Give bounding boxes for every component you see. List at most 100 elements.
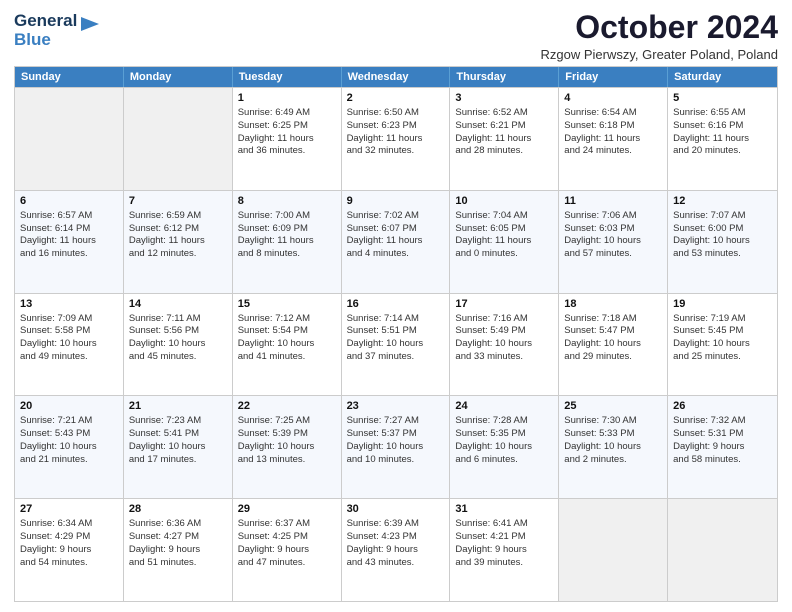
day-cell-14: 14Sunrise: 7:11 AMSunset: 5:56 PMDayligh…: [124, 294, 233, 396]
cell-line-2: Sunset: 4:23 PM: [347, 531, 445, 544]
cell-line-2: Sunset: 4:25 PM: [238, 531, 336, 544]
cell-line-1: Sunrise: 6:49 AM: [238, 107, 336, 120]
day-cell-9: 9Sunrise: 7:02 AMSunset: 6:07 PMDaylight…: [342, 191, 451, 293]
cell-line-2: Sunset: 5:54 PM: [238, 325, 336, 338]
cell-line-3: Daylight: 9 hours: [347, 544, 445, 557]
cell-line-4: and 29 minutes.: [564, 351, 662, 364]
title-block: October 2024 Rzgow Pierwszy, Greater Pol…: [541, 10, 778, 62]
cell-line-1: Sunrise: 6:52 AM: [455, 107, 553, 120]
cell-line-2: Sunset: 6:21 PM: [455, 120, 553, 133]
cell-line-3: Daylight: 10 hours: [455, 338, 553, 351]
day-number: 1: [238, 91, 336, 106]
cell-line-1: Sunrise: 6:55 AM: [673, 107, 772, 120]
cell-line-4: and 53 minutes.: [673, 248, 772, 261]
cell-line-4: and 51 minutes.: [129, 557, 227, 570]
day-cell-27: 27Sunrise: 6:34 AMSunset: 4:29 PMDayligh…: [15, 499, 124, 601]
cell-line-4: and 43 minutes.: [347, 557, 445, 570]
cell-line-4: and 6 minutes.: [455, 454, 553, 467]
calendar-header: SundayMondayTuesdayWednesdayThursdayFrid…: [15, 67, 777, 87]
day-cell-4: 4Sunrise: 6:54 AMSunset: 6:18 PMDaylight…: [559, 88, 668, 190]
header-day-sunday: Sunday: [15, 67, 124, 87]
day-cell-17: 17Sunrise: 7:16 AMSunset: 5:49 PMDayligh…: [450, 294, 559, 396]
empty-cell: [668, 499, 777, 601]
day-number: 31: [455, 502, 553, 517]
cell-line-3: Daylight: 10 hours: [564, 338, 662, 351]
cell-line-2: Sunset: 6:23 PM: [347, 120, 445, 133]
day-cell-8: 8Sunrise: 7:00 AMSunset: 6:09 PMDaylight…: [233, 191, 342, 293]
cell-line-2: Sunset: 6:03 PM: [564, 223, 662, 236]
cell-line-3: Daylight: 11 hours: [347, 235, 445, 248]
cell-line-4: and 24 minutes.: [564, 145, 662, 158]
cell-line-4: and 54 minutes.: [20, 557, 118, 570]
cell-line-1: Sunrise: 7:06 AM: [564, 210, 662, 223]
header-day-monday: Monday: [124, 67, 233, 87]
day-cell-7: 7Sunrise: 6:59 AMSunset: 6:12 PMDaylight…: [124, 191, 233, 293]
empty-cell: [15, 88, 124, 190]
logo: General Blue: [14, 12, 101, 49]
cell-line-4: and 49 minutes.: [20, 351, 118, 364]
cell-line-4: and 28 minutes.: [455, 145, 553, 158]
calendar-row-3: 13Sunrise: 7:09 AMSunset: 5:58 PMDayligh…: [15, 293, 777, 396]
day-number: 28: [129, 502, 227, 517]
cell-line-1: Sunrise: 7:25 AM: [238, 415, 336, 428]
cell-line-1: Sunrise: 7:14 AM: [347, 313, 445, 326]
day-cell-3: 3Sunrise: 6:52 AMSunset: 6:21 PMDaylight…: [450, 88, 559, 190]
day-cell-28: 28Sunrise: 6:36 AMSunset: 4:27 PMDayligh…: [124, 499, 233, 601]
cell-line-1: Sunrise: 6:50 AM: [347, 107, 445, 120]
cell-line-2: Sunset: 6:25 PM: [238, 120, 336, 133]
day-cell-16: 16Sunrise: 7:14 AMSunset: 5:51 PMDayligh…: [342, 294, 451, 396]
day-number: 13: [20, 297, 118, 312]
cell-line-3: Daylight: 10 hours: [564, 235, 662, 248]
day-number: 7: [129, 194, 227, 209]
cell-line-2: Sunset: 4:27 PM: [129, 531, 227, 544]
cell-line-1: Sunrise: 6:59 AM: [129, 210, 227, 223]
cell-line-1: Sunrise: 6:41 AM: [455, 518, 553, 531]
cell-line-4: and 37 minutes.: [347, 351, 445, 364]
day-number: 22: [238, 399, 336, 414]
cell-line-4: and 13 minutes.: [238, 454, 336, 467]
cell-line-3: Daylight: 10 hours: [347, 441, 445, 454]
cell-line-4: and 8 minutes.: [238, 248, 336, 261]
cell-line-3: Daylight: 11 hours: [673, 133, 772, 146]
cell-line-4: and 17 minutes.: [129, 454, 227, 467]
cell-line-2: Sunset: 6:09 PM: [238, 223, 336, 236]
day-cell-22: 22Sunrise: 7:25 AMSunset: 5:39 PMDayligh…: [233, 396, 342, 498]
day-cell-31: 31Sunrise: 6:41 AMSunset: 4:21 PMDayligh…: [450, 499, 559, 601]
cell-line-3: Daylight: 9 hours: [455, 544, 553, 557]
cell-line-3: Daylight: 10 hours: [673, 235, 772, 248]
cell-line-1: Sunrise: 7:00 AM: [238, 210, 336, 223]
cell-line-3: Daylight: 11 hours: [20, 235, 118, 248]
cell-line-4: and 33 minutes.: [455, 351, 553, 364]
day-cell-21: 21Sunrise: 7:23 AMSunset: 5:41 PMDayligh…: [124, 396, 233, 498]
cell-line-4: and 57 minutes.: [564, 248, 662, 261]
cell-line-3: Daylight: 10 hours: [238, 338, 336, 351]
header-day-thursday: Thursday: [450, 67, 559, 87]
cell-line-4: and 25 minutes.: [673, 351, 772, 364]
day-cell-25: 25Sunrise: 7:30 AMSunset: 5:33 PMDayligh…: [559, 396, 668, 498]
day-number: 24: [455, 399, 553, 414]
cell-line-1: Sunrise: 7:16 AM: [455, 313, 553, 326]
day-number: 5: [673, 91, 772, 106]
header-day-friday: Friday: [559, 67, 668, 87]
header-day-saturday: Saturday: [668, 67, 777, 87]
cell-line-3: Daylight: 11 hours: [455, 235, 553, 248]
cell-line-1: Sunrise: 7:27 AM: [347, 415, 445, 428]
cell-line-3: Daylight: 10 hours: [129, 338, 227, 351]
cell-line-2: Sunset: 6:12 PM: [129, 223, 227, 236]
calendar-row-4: 20Sunrise: 7:21 AMSunset: 5:43 PMDayligh…: [15, 395, 777, 498]
day-number: 20: [20, 399, 118, 414]
day-cell-10: 10Sunrise: 7:04 AMSunset: 6:05 PMDayligh…: [450, 191, 559, 293]
day-number: 8: [238, 194, 336, 209]
cell-line-1: Sunrise: 7:28 AM: [455, 415, 553, 428]
day-number: 11: [564, 194, 662, 209]
header-day-wednesday: Wednesday: [342, 67, 451, 87]
cell-line-2: Sunset: 5:39 PM: [238, 428, 336, 441]
cell-line-1: Sunrise: 7:02 AM: [347, 210, 445, 223]
cell-line-1: Sunrise: 7:11 AM: [129, 313, 227, 326]
cell-line-2: Sunset: 6:00 PM: [673, 223, 772, 236]
page: General Blue October 2024 Rzgow Pierwszy…: [0, 0, 792, 612]
day-number: 30: [347, 502, 445, 517]
day-number: 9: [347, 194, 445, 209]
cell-line-4: and 4 minutes.: [347, 248, 445, 261]
cell-line-1: Sunrise: 6:34 AM: [20, 518, 118, 531]
